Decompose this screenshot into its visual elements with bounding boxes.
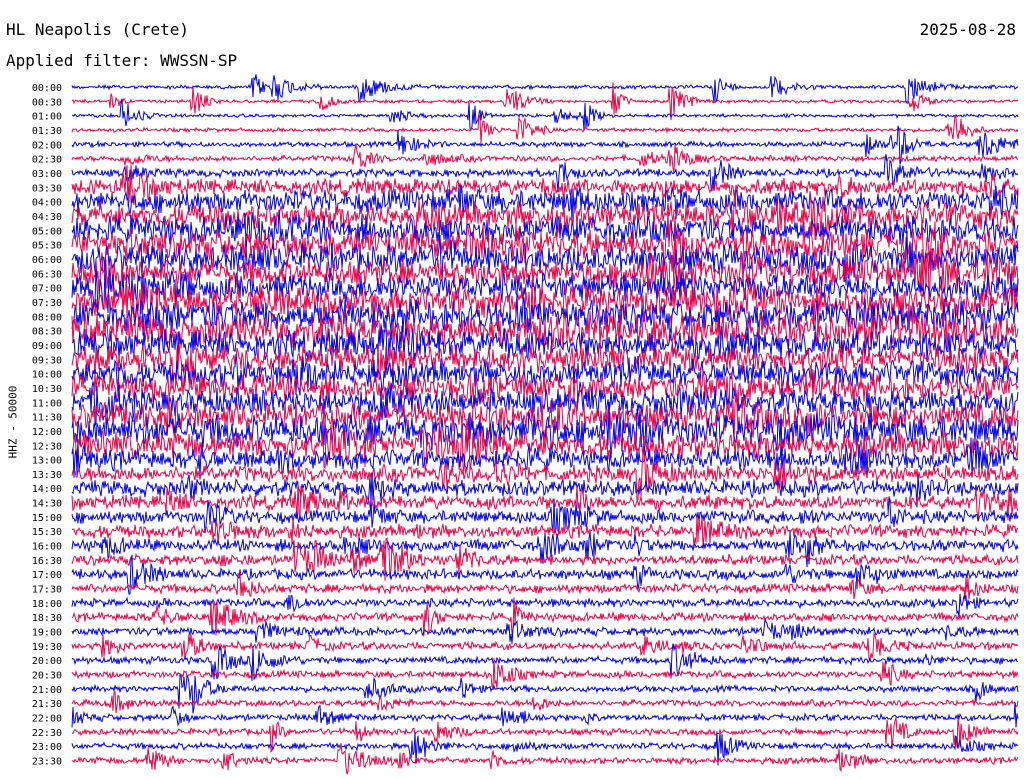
hour-tick-label: 13:00 bbox=[32, 456, 62, 467]
hour-tick-label: 12:00 bbox=[32, 427, 62, 438]
hour-tick-label: 03:30 bbox=[32, 183, 62, 194]
hour-tick-label: 09:30 bbox=[32, 355, 62, 366]
hour-tick-label: 20:00 bbox=[32, 656, 62, 667]
hour-tick-label: 17:30 bbox=[32, 585, 62, 596]
hour-tick-label: 16:30 bbox=[32, 556, 62, 567]
hour-tick-label: 18:30 bbox=[32, 613, 62, 624]
hour-tick-label: 09:00 bbox=[32, 341, 62, 352]
seismic-trace bbox=[71, 98, 1019, 131]
seismic-trace bbox=[71, 631, 1019, 662]
seismic-trace bbox=[71, 702, 1019, 728]
hour-tick-label: 16:00 bbox=[32, 542, 62, 553]
hour-tick-label: 17:00 bbox=[32, 570, 62, 581]
hour-tick-label: 19:00 bbox=[32, 628, 62, 639]
hour-tick-label: 14:00 bbox=[32, 484, 62, 495]
hour-tick-label: 10:30 bbox=[32, 384, 62, 395]
hour-tick-label: 22:00 bbox=[32, 714, 62, 725]
hour-tick-label: 13:30 bbox=[32, 470, 62, 481]
hour-tick-label: 02:00 bbox=[32, 140, 62, 151]
hour-tick-label: 22:30 bbox=[32, 728, 62, 739]
hour-tick-label: 05:00 bbox=[32, 226, 62, 237]
seismic-trace bbox=[71, 743, 1019, 775]
seismic-trace bbox=[71, 113, 1019, 143]
seismic-trace bbox=[71, 674, 1019, 714]
hour-tick-label: 15:30 bbox=[32, 527, 62, 538]
hour-tick-label: 01:30 bbox=[32, 126, 62, 137]
hour-tick-label: 15:00 bbox=[32, 513, 62, 524]
seismic-trace bbox=[71, 691, 1019, 714]
hour-tick-label: 01:00 bbox=[32, 112, 62, 123]
hour-tick-label: 00:30 bbox=[32, 97, 62, 108]
seismic-trace bbox=[71, 144, 1019, 174]
hour-tick-label: 10:00 bbox=[32, 370, 62, 381]
hour-tick-label: 00:00 bbox=[32, 83, 62, 94]
hour-tick-label: 11:30 bbox=[32, 413, 62, 424]
hour-tick-label: 06:30 bbox=[32, 269, 62, 280]
hour-tick-label: 07:00 bbox=[32, 284, 62, 295]
hour-tick-label: 04:00 bbox=[32, 198, 62, 209]
hour-tick-label: 14:30 bbox=[32, 499, 62, 510]
hour-tick-label: 21:30 bbox=[32, 699, 62, 710]
seismic-trace bbox=[71, 209, 1019, 253]
hour-tick-label: 07:30 bbox=[32, 298, 62, 309]
hour-tick-label: 20:30 bbox=[32, 671, 62, 682]
hour-tick-label: 19:30 bbox=[32, 642, 62, 653]
hour-tick-label: 08:30 bbox=[32, 327, 62, 338]
hour-tick-label: 05:30 bbox=[32, 241, 62, 252]
hour-tick-label: 23:00 bbox=[32, 742, 62, 753]
hour-tick-label: 18:00 bbox=[32, 599, 62, 610]
hour-tick-label: 04:30 bbox=[32, 212, 62, 223]
hour-tick-label: 03:00 bbox=[32, 169, 62, 180]
seismic-trace bbox=[71, 643, 1019, 682]
hour-tick-label: 08:00 bbox=[32, 312, 62, 323]
hour-tick-label: 23:30 bbox=[32, 757, 62, 768]
hour-tick-label: 21:00 bbox=[32, 685, 62, 696]
hour-tick-label: 12:30 bbox=[32, 441, 62, 452]
hour-tick-label: 02:30 bbox=[32, 155, 62, 166]
helicorder-plot: 00:00 00:30 01:00 01:30 02:00 02:30 03:00 03:30… bbox=[32, 74, 1019, 775]
hour-tick-label: 11:00 bbox=[32, 398, 62, 409]
hour-tick-label: 06:00 bbox=[32, 255, 62, 266]
